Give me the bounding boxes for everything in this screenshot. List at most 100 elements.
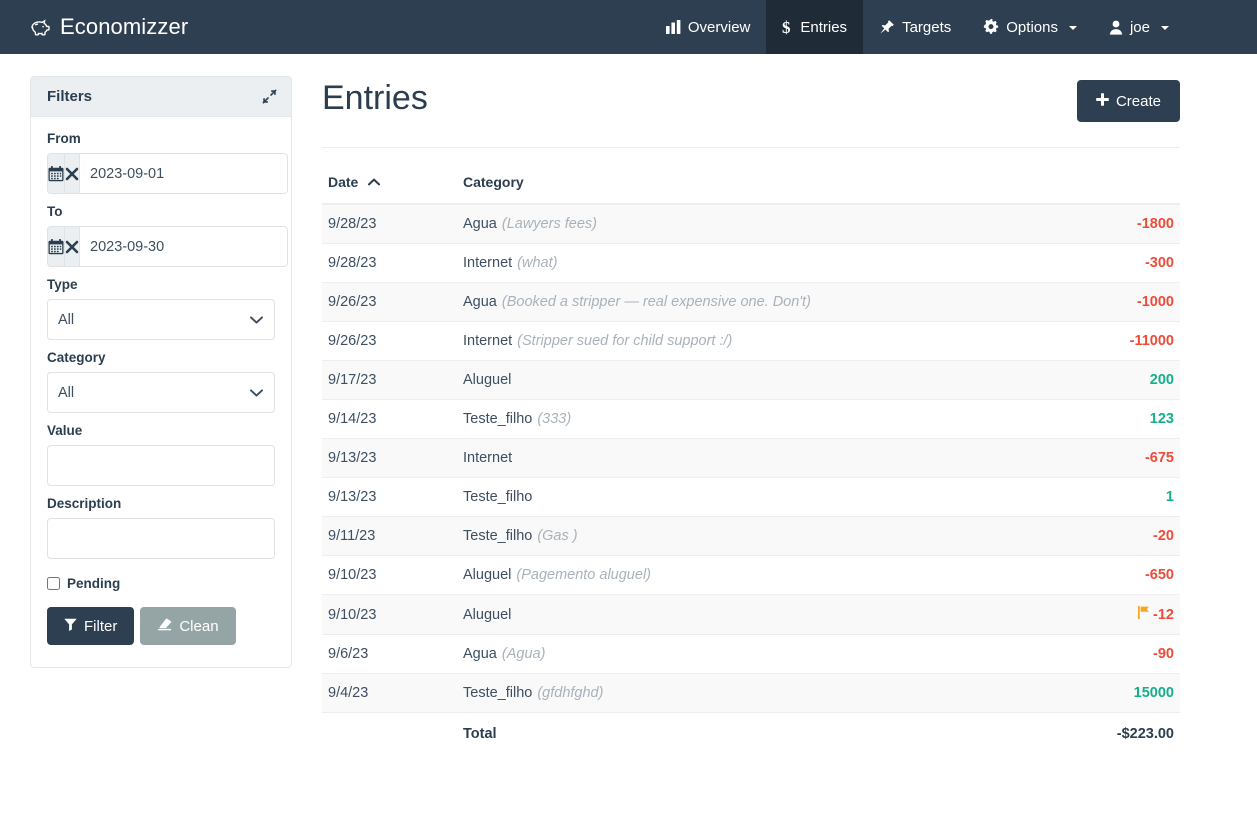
category-select[interactable]: All [47,372,275,413]
to-calendar-icon[interactable] [47,226,65,267]
plus-icon [1096,93,1109,109]
clean-button[interactable]: Clean [140,607,236,645]
column-header-value[interactable] [1040,164,1180,205]
to-date-group [47,226,288,267]
entries-table-head: Date Category [322,164,1180,205]
type-select[interactable]: All [47,299,275,340]
filters-panel-header: Filters [31,77,291,117]
cell-value: 200 [1040,360,1180,400]
pending-label[interactable]: Pending [67,576,120,591]
filter-button[interactable]: Filter [47,607,135,645]
nav-item-targets[interactable]: Targets [863,0,967,54]
from-calendar-icon[interactable] [47,153,65,194]
entry-description: (what) [517,255,558,271]
table-row[interactable]: 9/17/23 Aluguel 200 [322,360,1180,400]
cell-date: 9/6/23 [322,634,457,674]
dollar-icon: $ [782,19,793,36]
total-value: -$223.00 [1040,712,1180,755]
user-icon [1109,20,1123,35]
entry-description: (Gas ) [537,528,578,544]
table-row[interactable]: 9/26/23 Agua (Booked a stripper — real exp… [322,282,1180,322]
nav-item-entries[interactable]: $ Entries [766,0,864,54]
value-label: Value [47,423,83,438]
chevron-down-icon [1161,26,1169,30]
filters-panel: Filters From 2023-09-01 To 2023-09-30 Ty… [30,76,292,668]
entry-value: 200 [1149,372,1174,388]
category-name: Teste_filho [463,411,533,427]
create-button[interactable]: Create [1076,80,1180,122]
total-empty-cell [322,712,457,755]
nav-item-user[interactable]: joe [1093,0,1185,54]
category-name: Internet [463,333,513,349]
cell-category: Aluguel (Pagemento aluguel) [457,555,1040,595]
column-header-date[interactable]: Date [322,164,457,205]
cell-value: -11000 [1040,321,1180,361]
value-input[interactable] [47,445,275,486]
filters-title: Filters [47,88,93,105]
cell-value: -300 [1040,243,1180,283]
cell-value: 15000 [1040,673,1180,713]
table-row[interactable]: 9/26/23 Internet (Stripper sued for child … [322,321,1180,361]
to-clear-icon[interactable] [65,226,80,267]
cell-category: Agua (Lawyers fees) [457,203,1040,244]
type-select-wrap: All [47,299,275,340]
nav-item-overview[interactable]: Overview [650,0,767,54]
brand-logo-link[interactable]: Economizzer [0,0,188,54]
table-row[interactable]: 9/10/23 Aluguel -12 [322,594,1180,635]
table-row[interactable]: 9/28/23 Internet (what) -300 [322,243,1180,283]
to-date-input[interactable] [80,226,288,267]
entry-description: (Lawyers fees) [501,216,597,232]
gear-icon [983,19,999,35]
thumbtack-icon [879,19,895,35]
cell-value: -20 [1040,516,1180,556]
table-row[interactable]: 9/10/23 Aluguel (Pagemento aluguel) -650 [322,555,1180,595]
from-date-input[interactable] [80,153,288,194]
nav-label: joe [1129,18,1150,36]
cell-value: -12 [1040,594,1180,635]
category-name: Aluguel [463,606,512,623]
cell-category: Aluguel [457,594,1040,635]
cell-value: -650 [1040,555,1180,595]
from-label: From [47,131,81,146]
category-name: Internet [463,255,513,271]
pending-checkbox-row: Pending [47,576,275,591]
entry-value: -90 [1153,646,1174,662]
category-name: Teste_filho [463,489,533,505]
table-row[interactable]: 9/13/23 Teste_filho 1 [322,477,1180,517]
total-label: Total [457,712,1040,755]
pending-flag-icon [1138,606,1149,623]
table-row[interactable]: 9/6/23 Agua (Agua) -90 [322,634,1180,674]
cell-date: 9/13/23 [322,438,457,478]
table-row[interactable]: 9/13/23 Internet -675 [322,438,1180,478]
table-row[interactable]: 9/28/23 Agua (Lawyers fees) -1800 [322,203,1180,244]
entry-value: -675 [1144,450,1174,466]
from-clear-icon[interactable] [65,153,80,194]
entry-value: -11000 [1129,333,1174,349]
cell-value: -675 [1040,438,1180,478]
cell-category: Internet (Stripper sued for child support… [457,321,1040,361]
entry-description: (Stripper sued for child support :/) [517,333,733,349]
column-header-date-label: Date [328,174,359,190]
pending-checkbox[interactable] [47,577,60,590]
table-row[interactable]: 9/4/23 Teste_filho (gfdhfghd) 15000 [322,673,1180,713]
caret-up-icon [368,173,381,189]
entry-value: -1800 [1136,216,1174,232]
clean-button-label: Clean [179,617,219,635]
page-body: Filters From 2023-09-01 To 2023-09-30 Ty… [0,54,1257,755]
nav-item-options[interactable]: Options [967,0,1093,54]
category-name: Internet [463,450,513,466]
cell-date: 9/26/23 [322,282,457,322]
cell-category: Internet [457,438,1040,478]
svg-text:$: $ [782,19,791,36]
table-row[interactable]: 9/14/23 Teste_filho (333) 123 [322,399,1180,439]
category-name: Teste_filho [463,685,533,701]
cell-category: Teste_filho (Gas ) [457,516,1040,556]
cell-date: 9/14/23 [322,399,457,439]
column-header-category[interactable]: Category [457,164,1040,205]
cell-category: Agua (Agua) [457,634,1040,674]
page-title: Entries [322,79,428,117]
description-input[interactable] [47,518,275,559]
entry-value: -12 [1153,607,1174,623]
compress-arrows-icon[interactable] [262,89,277,104]
table-row[interactable]: 9/11/23 Teste_filho (Gas ) -20 [322,516,1180,556]
